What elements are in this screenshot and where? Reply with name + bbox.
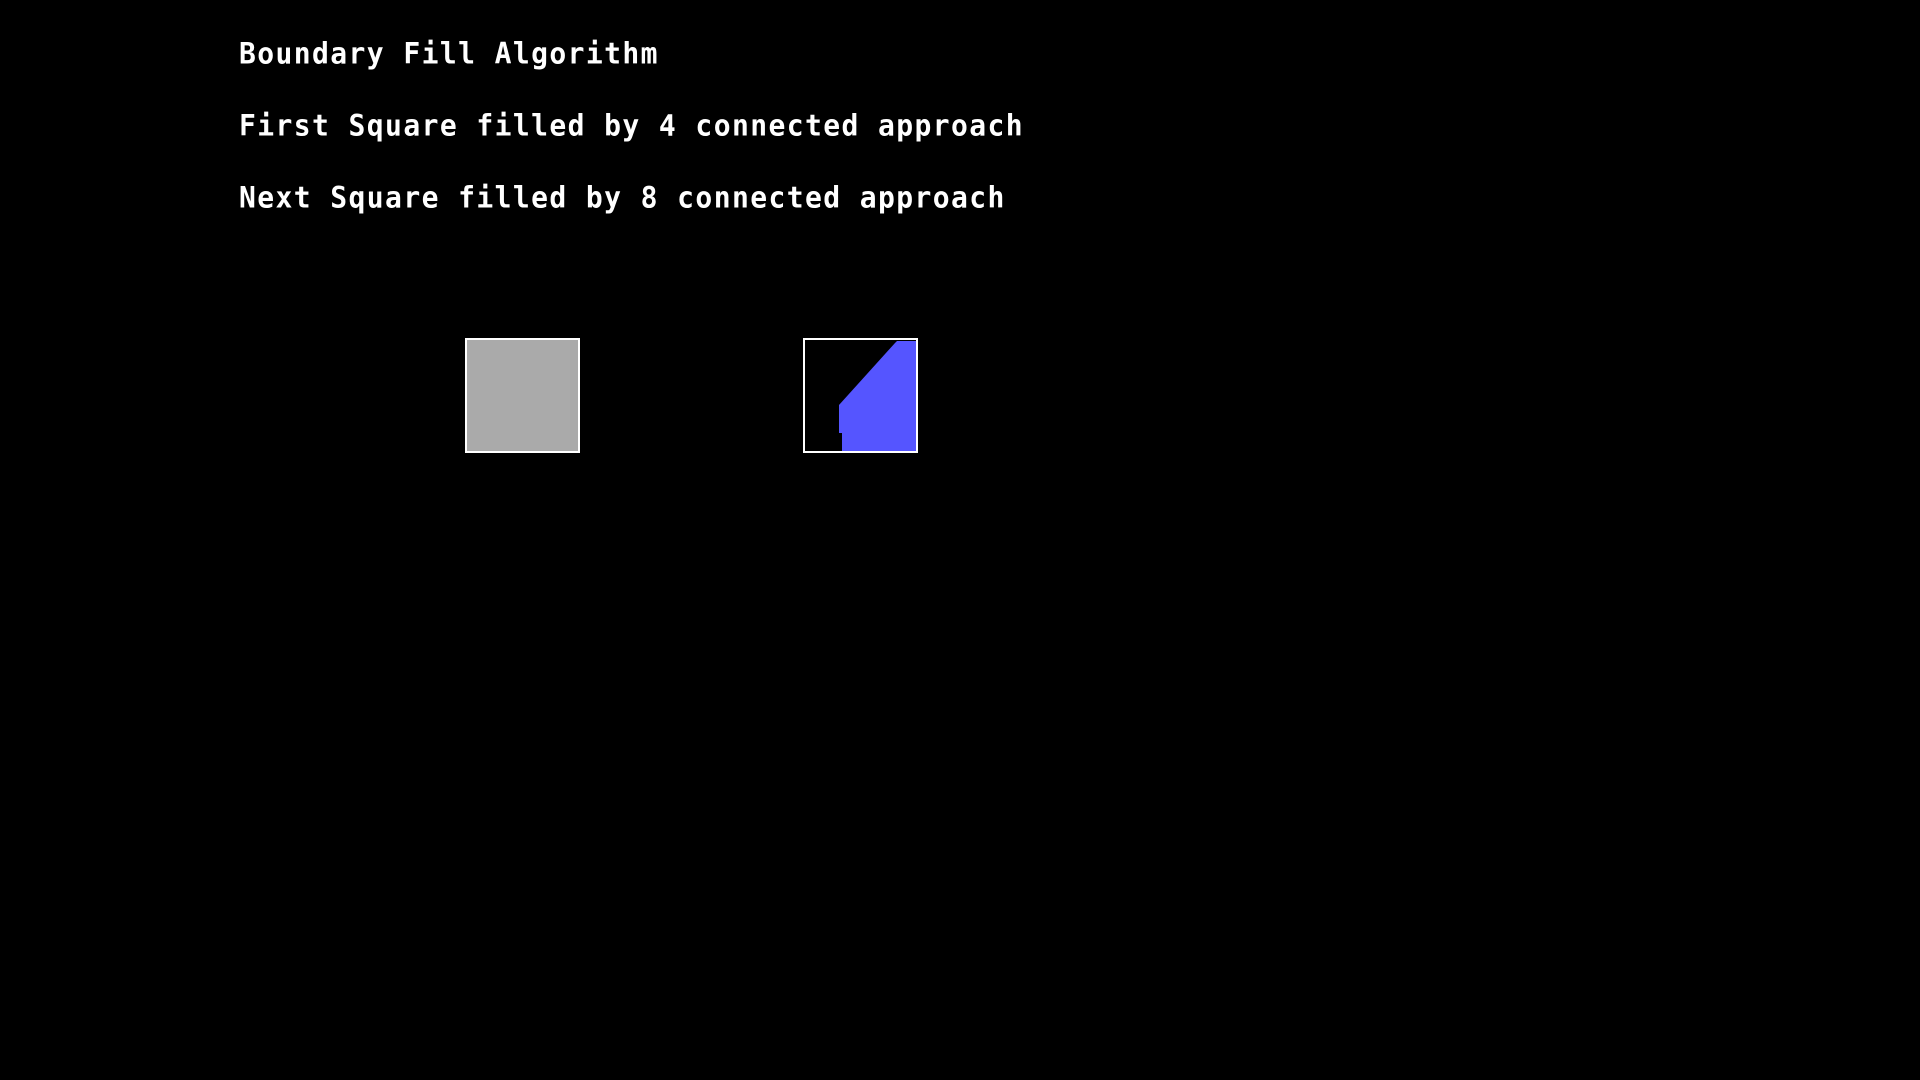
square-4-connected-fill: [466, 339, 579, 452]
drawing-canvas: [465, 338, 918, 453]
graphics-screen: Boundary Fill Algorithm First Square fil…: [0, 0, 1920, 1080]
square-4-connected: [465, 338, 580, 453]
square-8-connected: [803, 338, 918, 453]
square-8-connected-fill: [839, 341, 917, 451]
